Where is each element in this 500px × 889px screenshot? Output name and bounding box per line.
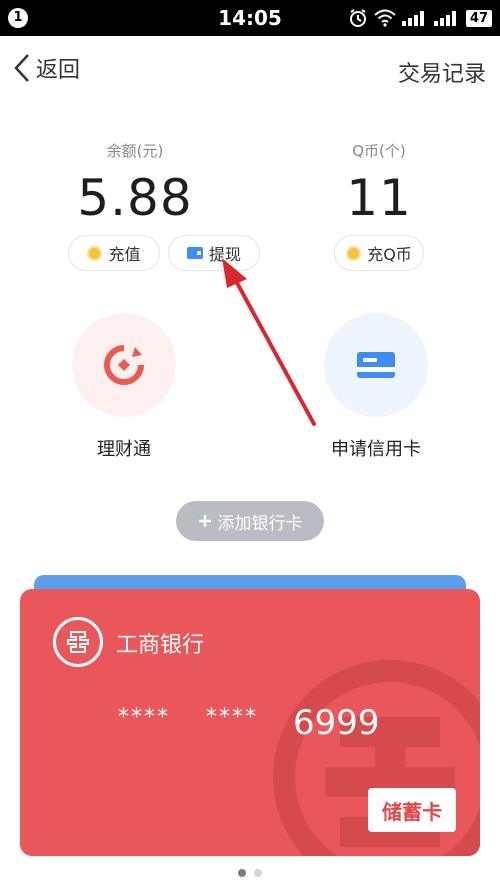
status-bar: 1 14:05 47: [0, 0, 500, 36]
icbc-logo-icon: [53, 617, 103, 667]
credit-card-apply-button[interactable]: 申请信用卡: [306, 313, 446, 461]
withdraw-label: 提现: [208, 245, 241, 264]
status-icons: 47: [348, 7, 492, 29]
top-nav: 返回 交易记录: [0, 36, 500, 102]
recharge-label: 充值: [108, 245, 141, 264]
back-label: 返回: [36, 58, 81, 83]
balance-value: 5.88: [77, 169, 193, 227]
card-type-badge: 储蓄卡: [368, 788, 456, 832]
credit-card-icon: [357, 352, 395, 378]
transaction-records-link[interactable]: 交易记录: [398, 56, 486, 88]
signal-icon: [433, 11, 456, 26]
withdraw-button[interactable]: 提现: [168, 235, 260, 271]
recharge-qcoin-label: 充Q币: [367, 245, 412, 264]
coin-icon: [87, 245, 103, 261]
bank-name: 工商银行: [116, 633, 205, 658]
pager-dot: [254, 869, 262, 877]
licaitong-button[interactable]: 理财通: [64, 313, 184, 461]
back-button[interactable]: 返回: [12, 52, 80, 84]
recharge-qcoin-button[interactable]: 充Q币: [334, 235, 424, 271]
qcoin-value: 11: [346, 169, 412, 227]
pager-dot-active: [238, 869, 246, 877]
bank-card[interactable]: 工商银行 **** **** 6999 储蓄卡: [20, 589, 480, 856]
licaitong-label: 理财通: [97, 439, 151, 460]
plus-icon: [198, 515, 211, 527]
add-bank-card-button[interactable]: 添加银行卡: [176, 501, 324, 541]
card-number-last4: 6999: [293, 703, 380, 743]
chevron-left-icon: [14, 54, 29, 82]
wallet-icon: [186, 247, 203, 259]
balance-label: 余额(元): [106, 142, 164, 160]
card-number-mask-2: ****: [206, 705, 258, 730]
signal-icon: [401, 11, 424, 26]
recharge-button[interactable]: 充值: [68, 235, 160, 271]
balance-section: 余额(元) 5.88: [60, 140, 210, 227]
add-bank-card-label: 添加银行卡: [217, 513, 303, 534]
battery-icon: 47: [465, 9, 492, 27]
alarm-icon: [349, 9, 366, 27]
licaitong-icon-circle: [72, 313, 176, 417]
wifi-icon: [374, 9, 396, 27]
card-number-mask-1: ****: [118, 705, 170, 730]
licaitong-icon: [104, 345, 144, 385]
credit-card-label: 申请信用卡: [331, 439, 421, 460]
qcoin-label: Q币(个): [352, 142, 406, 160]
card-pager: [0, 869, 500, 877]
credit-card-icon-circle: [324, 313, 428, 417]
coin-icon: [346, 245, 362, 261]
qcoin-section: Q币(个) 11: [304, 140, 454, 227]
